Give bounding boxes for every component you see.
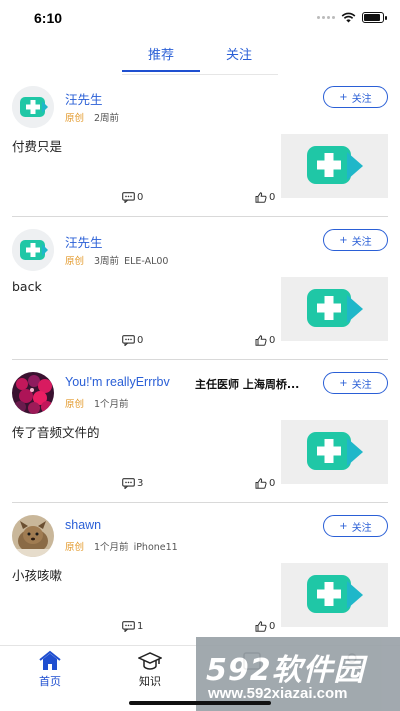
tabbar-label: 首页 [39, 675, 61, 688]
avatar[interactable] [12, 229, 54, 271]
plus-icon: + [339, 520, 348, 532]
post-meta: 原创 1个月前 [65, 396, 129, 410]
comment-icon [122, 621, 135, 632]
plus-icon: + [339, 377, 348, 389]
like-count[interactable]: 0 [255, 478, 275, 489]
post-time: 3周前 [94, 256, 120, 267]
author-name[interactable]: shawn [65, 518, 101, 532]
author-name[interactable]: You!'m reallyErrrbv [65, 375, 170, 389]
feed-tabs: 推荐 关注 [122, 44, 278, 74]
status-time: 6:10 [34, 10, 63, 26]
post-content[interactable]: back [12, 279, 42, 294]
like-count-value: 0 [269, 621, 276, 632]
author-name[interactable]: 汪先生 [65, 89, 103, 108]
tab-recommend[interactable]: 推荐 [122, 44, 200, 74]
post-card[interactable]: 汪先生 原创 3周前 ELE-AL00 + 关注 back 0 0 [12, 217, 388, 360]
like-count-value: 0 [269, 192, 276, 203]
app-logo-icon [12, 229, 54, 271]
post-meta: 原创 3周前 ELE-AL00 [65, 253, 168, 267]
post-content[interactable]: 传了音频文件的 [12, 422, 100, 441]
app-logo-icon [12, 86, 54, 128]
watermark: 592软件园 www.592xiazai.com [196, 637, 400, 711]
post-thumbnail[interactable] [281, 134, 388, 198]
comment-count-value: 1 [137, 621, 144, 632]
comment-count-value: 3 [137, 478, 144, 489]
original-tag: 原创 [65, 113, 85, 124]
post-thumbnail[interactable] [281, 420, 388, 484]
follow-label: 关注 [351, 379, 372, 391]
follow-button[interactable]: + 关注 [323, 515, 388, 537]
comment-count[interactable]: 0 [122, 335, 143, 346]
post-time: 1个月前 [94, 542, 129, 553]
post-meta: 原创 1个月前 iPhone11 [65, 539, 178, 553]
avatar[interactable] [12, 515, 54, 557]
author-name[interactable]: 汪先生 [65, 232, 103, 251]
comment-icon [122, 192, 135, 203]
home-icon [20, 650, 80, 672]
like-count-value: 0 [269, 335, 276, 346]
signal-dots-icon [317, 16, 335, 19]
device-name: ELE-AL00 [124, 256, 169, 267]
home-indicator [129, 701, 271, 705]
plus-icon: + [339, 91, 348, 103]
thumbs-up-icon [255, 621, 267, 632]
doctor-title: 主任医师 上海周桥... [195, 378, 300, 391]
app-logo-icon [306, 575, 363, 613]
avatar[interactable] [12, 86, 54, 128]
comment-icon [122, 335, 135, 346]
post-thumbnail[interactable] [281, 277, 388, 341]
tabbar-item-home[interactable]: 首页 [20, 650, 80, 689]
graduation-cap-icon [120, 650, 180, 672]
follow-button[interactable]: + 关注 [323, 372, 388, 394]
like-count[interactable]: 0 [255, 335, 275, 346]
comment-count-value: 0 [137, 192, 144, 203]
original-tag: 原创 [65, 542, 85, 553]
follow-button[interactable]: + 关注 [323, 86, 388, 108]
watermark-brand: 592软件园 [206, 653, 365, 688]
thumbs-up-icon [255, 192, 267, 203]
like-count-value: 0 [269, 478, 276, 489]
post-content[interactable]: 小孩咳嗽 [12, 565, 62, 584]
follow-label: 关注 [351, 93, 372, 105]
device-name: iPhone11 [133, 542, 178, 553]
comment-count[interactable]: 1 [122, 621, 143, 632]
post-content[interactable]: 付费只是 [12, 136, 62, 155]
thumbs-up-icon [255, 478, 267, 489]
watermark-url: www.592xiazai.com [208, 685, 348, 702]
original-tag: 原创 [65, 399, 85, 410]
tabbar-label: 知识 [139, 675, 161, 688]
post-card[interactable]: You!'m reallyErrrbv 主任医师 上海周桥... 原创 1个月前 … [12, 360, 388, 503]
status-bar: 6:10 [0, 0, 400, 38]
app-logo-icon [306, 289, 363, 327]
follow-label: 关注 [351, 236, 372, 248]
wifi-icon [341, 12, 356, 23]
post-card[interactable]: 汪先生 原创 2周前 + 关注 付费只是 0 0 [12, 74, 388, 217]
plus-icon: + [339, 234, 348, 246]
comment-icon [122, 478, 135, 489]
post-time: 1个月前 [94, 399, 129, 410]
flower-photo-icon [12, 372, 54, 414]
app-logo-icon [306, 146, 363, 184]
pet-photo-icon [12, 515, 54, 557]
app-logo-icon [306, 432, 363, 470]
post-thumbnail[interactable] [281, 563, 388, 627]
avatar[interactable] [12, 372, 54, 414]
like-count[interactable]: 0 [255, 192, 275, 203]
post-meta: 原创 2周前 [65, 110, 119, 124]
post-feed: 汪先生 原创 2周前 + 关注 付费只是 0 0 汪先生 原创 3周前 ELE-… [0, 74, 400, 646]
status-icons [317, 12, 387, 23]
tabbar-item-knowledge[interactable]: 知识 [120, 650, 180, 689]
like-count[interactable]: 0 [255, 621, 275, 632]
thumbs-up-icon [255, 335, 267, 346]
tab-following[interactable]: 关注 [200, 44, 278, 74]
post-time: 2周前 [94, 113, 120, 124]
battery-icon [362, 12, 387, 23]
original-tag: 原创 [65, 256, 85, 267]
comment-count[interactable]: 0 [122, 192, 143, 203]
follow-button[interactable]: + 关注 [323, 229, 388, 251]
comment-count-value: 0 [137, 335, 144, 346]
follow-label: 关注 [351, 522, 372, 534]
comment-count[interactable]: 3 [122, 478, 143, 489]
post-card[interactable]: shawn 原创 1个月前 iPhone11 + 关注 小孩咳嗽 1 0 [12, 503, 388, 646]
